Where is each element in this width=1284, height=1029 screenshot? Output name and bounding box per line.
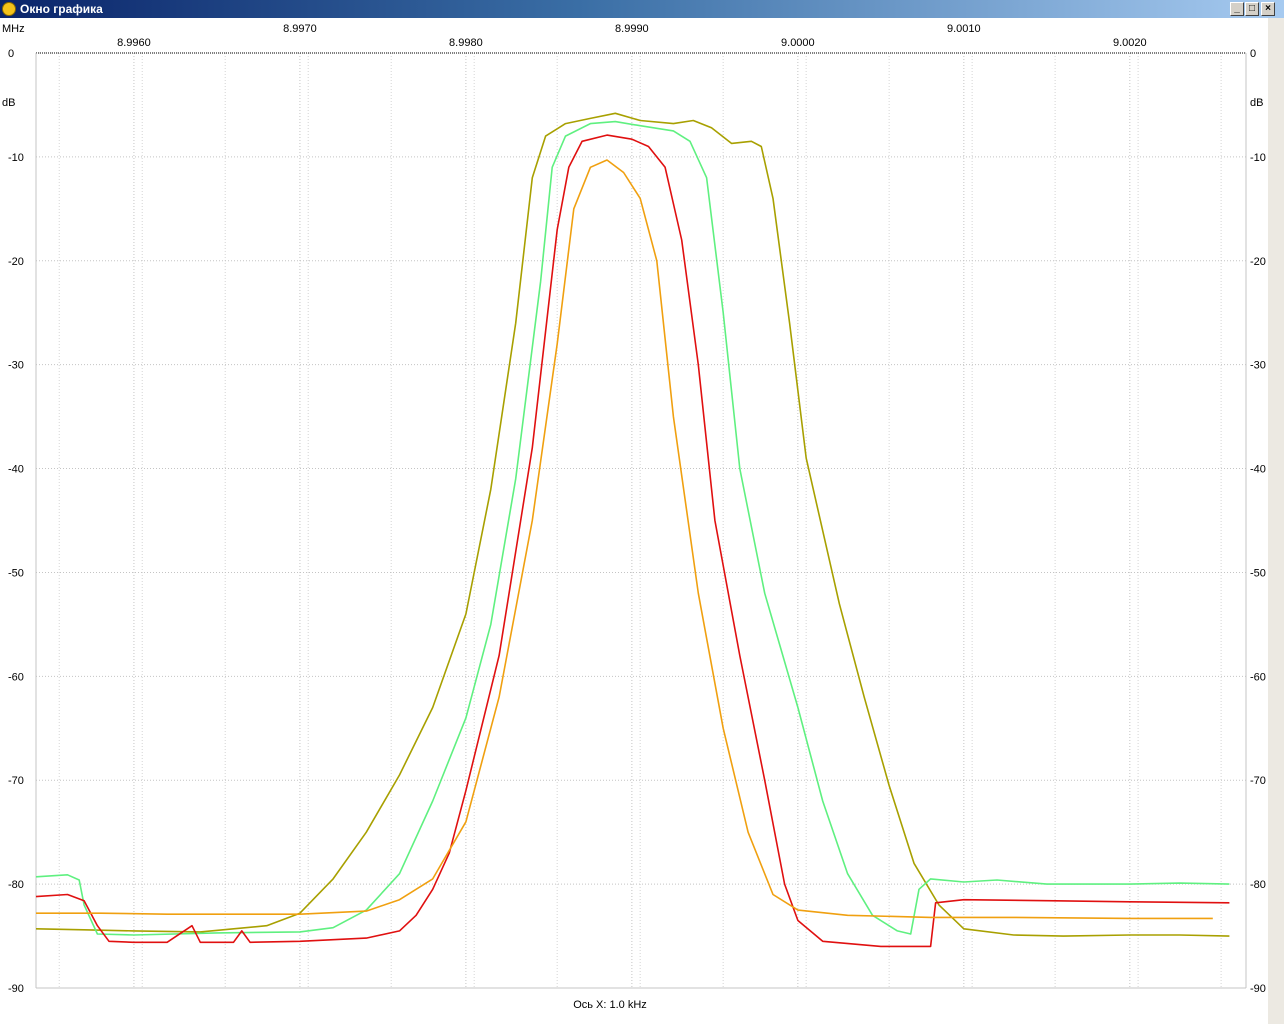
series-line-1 [35,112,1230,937]
app-icon [2,2,16,16]
x-tick-label: 8.9990 [615,23,649,35]
frequency-response-chart: MHz dB dB Ось X: 1.0 kHz 8.9960 8.9970 8.9… [2,23,1266,1011]
window-titlebar: Окно графика _ □ × [0,0,1284,18]
series-line-2 [35,120,1230,936]
y-tick-label-right: -50 [1250,567,1266,579]
x-axis-note: Ось X: 1.0 kHz [573,999,647,1011]
y-tick-label-right: -20 [1250,256,1266,268]
series-line-3 [35,134,1230,948]
y-tick-label-right: -60 [1250,671,1266,683]
x-tick-label: 8.9980 [449,37,483,49]
y-tick-label-left: -80 [8,879,24,891]
y-tick-label-left: -60 [8,671,24,683]
x-tick-label: 9.0010 [947,23,981,35]
y-tick-label-left: -50 [8,567,24,579]
x-tick-label: 8.9960 [117,37,151,49]
y-tick-label-right: -10 [1250,152,1266,164]
y-tick-label-right: 0 [1250,48,1256,60]
y-tick-label-right: -80 [1250,879,1266,891]
y-tick-label-right: -40 [1250,464,1266,476]
y-tick-label-left: -20 [8,256,24,268]
axes: MHz dB dB Ось X: 1.0 kHz 8.9960 8.9970 8.9… [2,23,1266,1011]
y-tick-label-left: -70 [8,775,24,787]
series-line-4 [36,159,1213,920]
window-title: Окно графика [20,2,103,16]
y-tick-label-left: -90 [8,983,24,995]
x-unit-label: MHz [2,23,25,35]
x-tick-label: 9.0020 [1113,37,1147,49]
y-tick-label-right: -70 [1250,775,1266,787]
minimize-button[interactable]: _ [1230,2,1244,16]
maximize-button[interactable]: □ [1245,2,1259,16]
grid [35,52,1247,989]
y-unit-label-right: dB [1250,97,1263,109]
chart-area: MHz dB dB Ось X: 1.0 kHz 8.9960 8.9970 8.9… [0,18,1284,1024]
y-tick-label-left: -40 [8,464,24,476]
y-tick-label-left: 0 [8,48,14,60]
series-group [35,112,1230,948]
y-tick-label-right: -90 [1250,983,1266,995]
x-tick-label: 9.0000 [781,37,815,49]
vertical-scrollbar[interactable] [1268,18,1284,1024]
y-tick-label-right: -30 [1250,360,1266,372]
y-tick-label-left: -10 [8,152,24,164]
x-tick-label: 8.9970 [283,23,317,35]
close-button[interactable]: × [1261,2,1275,16]
y-unit-label-left: dB [2,97,15,109]
y-tick-label-left: -30 [8,360,24,372]
